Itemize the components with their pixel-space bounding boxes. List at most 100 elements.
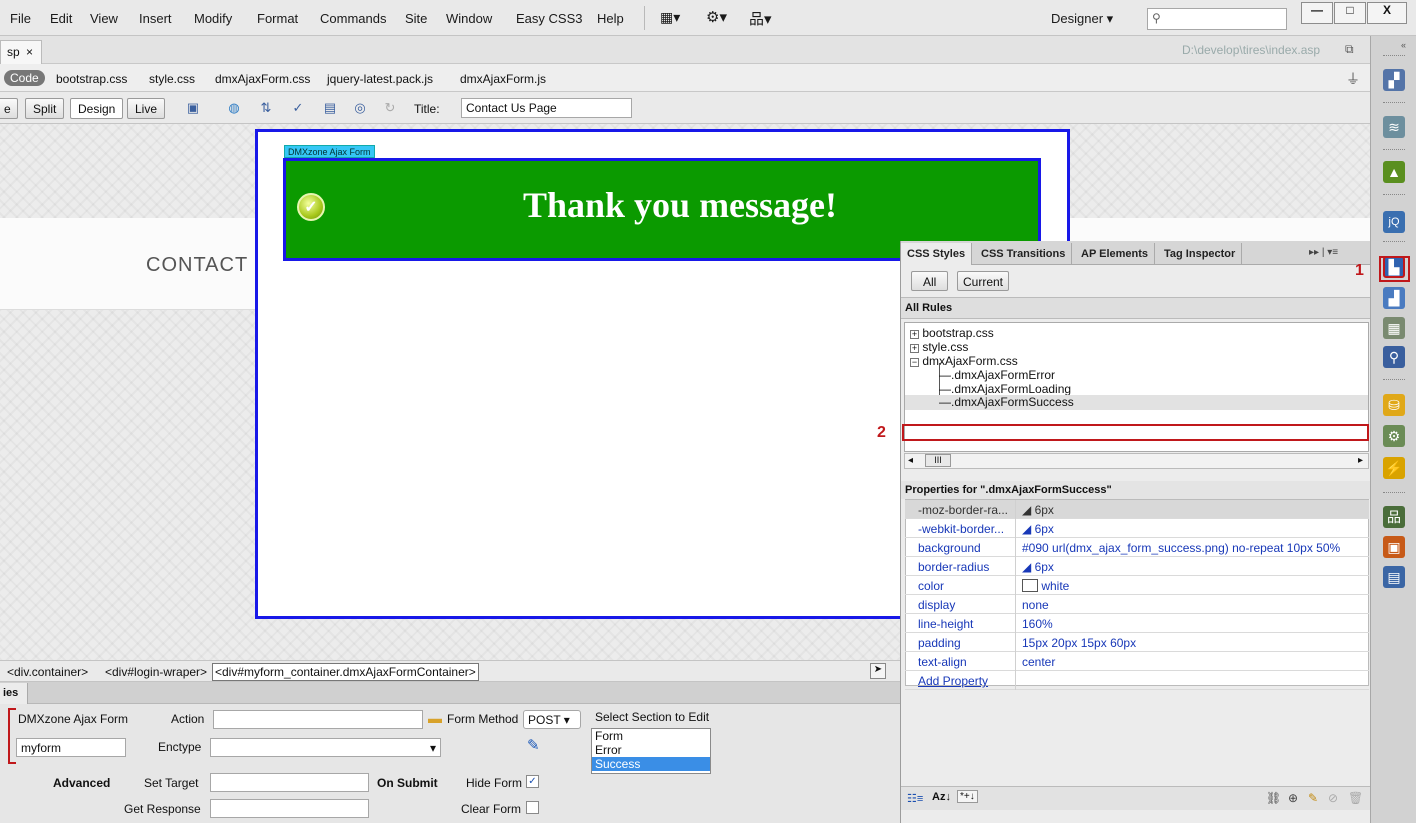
close-tab-icon[interactable]: × <box>26 45 33 59</box>
add-property-link[interactable]: Add Property <box>918 674 1013 688</box>
multiscreen-icon[interactable]: ▣ <box>185 100 201 116</box>
gear-icon[interactable]: ⚙▾ <box>706 8 727 26</box>
filter-icon[interactable]: ⏚ <box>1346 69 1360 89</box>
tab-css-styles[interactable]: CSS Styles <box>901 243 973 265</box>
rules-hscrollbar[interactable]: ◂ III ▸ <box>904 453 1369 469</box>
restore-button[interactable]: □ <box>1334 2 1366 24</box>
w3c-validation-icon[interactable]: ✓ <box>290 100 306 116</box>
action-input[interactable] <box>213 710 423 729</box>
property-row[interactable]: padding 15px 20px 15px 60px <box>905 633 1369 652</box>
tab-ap-elements[interactable]: AP Elements <box>1075 243 1156 265</box>
code-view-button[interactable]: e <box>0 98 18 119</box>
assets-icon[interactable]: ▲ <box>1383 161 1405 183</box>
property-value[interactable]: none <box>1022 598 1049 612</box>
workspace-switcher[interactable]: Designer ▾ <box>1051 11 1113 27</box>
property-row[interactable]: border-radius ◢ 6px <box>905 557 1369 576</box>
property-value[interactable]: ◢ 6px <box>1022 560 1054 574</box>
attach-stylesheet-icon[interactable]: ⛓ <box>1266 791 1281 805</box>
minimize-button[interactable]: — <box>1301 2 1333 24</box>
databases-icon[interactable]: ⛁ <box>1383 394 1405 416</box>
live-view-button[interactable]: Live <box>127 98 166 119</box>
new-rule-icon[interactable]: ⊕ <box>1288 791 1298 805</box>
menu-format[interactable]: Format <box>257 11 298 26</box>
menu-edit[interactable]: Edit <box>50 11 72 26</box>
results-icon[interactable]: ▤ <box>1383 566 1405 588</box>
menu-view[interactable]: View <box>90 11 118 26</box>
collapse-dock-icon[interactable]: « <box>1401 40 1406 50</box>
properties-tab[interactable]: ies <box>0 683 28 704</box>
site-map-icon[interactable]: 品▾ <box>749 8 772 29</box>
tag-inspector-icon[interactable]: ⚲ <box>1383 346 1405 368</box>
behaviors-icon[interactable]: ⚡ <box>1383 457 1405 479</box>
design-view-button[interactable]: Design <box>70 98 124 119</box>
scroll-right-icon[interactable]: ▸ <box>1358 455 1363 466</box>
related-file-jquery[interactable]: jquery-latest.pack.js <box>327 72 433 86</box>
property-row[interactable]: line-height 160% <box>905 614 1369 633</box>
property-row[interactable]: text-align center <box>905 652 1369 671</box>
rule-dmxajaxformsuccess[interactable]: —.dmxAjaxFormSuccess <box>905 395 1368 410</box>
rule-dmxajaxformloading[interactable]: —.dmxAjaxFormLoading <box>939 382 1071 396</box>
menu-easy-css3[interactable]: Easy CSS3 <box>516 11 582 26</box>
property-value[interactable]: #090 url(dmx_ajax_form_success.png) no-r… <box>1022 541 1340 555</box>
scroll-left-icon[interactable]: ◂ <box>908 455 913 466</box>
section-list[interactable]: Form Error Success <box>591 728 711 774</box>
jquery-icon[interactable]: jQ <box>1383 211 1405 233</box>
mode-all-button[interactable]: All <box>911 271 949 291</box>
ajax-form-tag[interactable]: DMXzone Ajax Form <box>284 145 375 158</box>
document-tab[interactable]: sp × <box>0 40 42 64</box>
expand-icon[interactable]: + <box>910 330 919 339</box>
mode-current-button[interactable]: Current <box>957 271 1010 291</box>
preview-browser-icon[interactable]: ◍ <box>226 100 242 116</box>
section-option-error[interactable]: Error <box>592 743 710 757</box>
browse-folder-icon[interactable]: ▬ <box>428 710 442 726</box>
source-code-button[interactable]: Code <box>4 70 45 86</box>
property-value[interactable]: 160% <box>1022 617 1053 631</box>
site-files-icon[interactable]: 品 <box>1383 506 1405 528</box>
get-response-input[interactable] <box>210 799 369 818</box>
disable-icon[interactable]: ⊘ <box>1328 791 1338 805</box>
section-option-form[interactable]: Form <box>592 729 710 743</box>
help-search-input[interactable]: ⚲ <box>1147 8 1287 30</box>
tag-div-login-wraper[interactable]: <div#login-wraper> <box>105 665 207 679</box>
panel-menu-icon[interactable]: ▸▸ | ▾≡ <box>1309 247 1338 258</box>
menu-help[interactable]: Help <box>597 11 624 26</box>
alphabetical-view-icon[interactable]: Az↓ <box>932 791 951 803</box>
snippets-icon[interactable]: ≋ <box>1383 116 1405 138</box>
related-file-dmxajaxform-js[interactable]: dmxAjaxForm.js <box>460 72 546 86</box>
enctype-select[interactable]: ▾ <box>210 738 441 757</box>
rule-dmxajaxform[interactable]: − dmxAjaxForm.css <box>910 354 1018 368</box>
restore-doc-icon[interactable]: ⧉ <box>1345 42 1354 57</box>
expand-icon[interactable]: + <box>910 344 919 353</box>
select-tool-icon[interactable]: ➤ <box>870 663 886 679</box>
images-icon[interactable]: ▟ <box>1383 287 1405 309</box>
section-option-success[interactable]: Success <box>592 757 710 771</box>
property-row[interactable]: background #090 url(dmx_ajax_form_success… <box>905 538 1369 557</box>
scroll-thumb[interactable]: III <box>925 454 951 467</box>
property-value[interactable]: ◢ 6px <box>1022 522 1054 536</box>
refresh-icon[interactable]: ↻ <box>382 100 398 116</box>
rule-style[interactable]: + style.css <box>910 340 968 354</box>
related-file-bootstrap[interactable]: bootstrap.css <box>56 72 127 86</box>
color-swatch[interactable] <box>1022 579 1038 592</box>
add-property-row[interactable]: Add Property <box>905 671 1369 690</box>
tag-div-container[interactable]: <div.container> <box>7 665 88 679</box>
menu-insert[interactable]: Insert <box>139 11 172 26</box>
trash-icon[interactable]: 🗑 <box>1348 791 1363 805</box>
menu-modify[interactable]: Modify <box>194 11 232 26</box>
rule-dmxajaxformerror[interactable]: —.dmxAjaxFormError <box>939 368 1055 382</box>
collapse-icon[interactable]: − <box>910 358 919 367</box>
property-value[interactable]: ◢ 6px <box>1022 503 1054 517</box>
ap-elements-icon[interactable]: ▦ <box>1383 317 1405 339</box>
menu-file[interactable]: File <box>10 11 31 26</box>
tab-css-transitions[interactable]: CSS Transitions <box>975 243 1073 265</box>
category-view-icon[interactable]: ☷≡ <box>907 792 923 805</box>
insert-icon[interactable]: ▞ <box>1383 69 1405 91</box>
form-method-select[interactable]: POST ▾ <box>523 710 581 729</box>
property-row[interactable]: -moz-border-ra... ◢ 6px <box>905 500 1369 519</box>
tag-div-myform-container[interactable]: <div#myform_container.dmxAjaxFormContain… <box>212 663 479 681</box>
file-management-icon[interactable]: ⇅ <box>258 100 274 116</box>
related-file-dmxajaxform-css[interactable]: dmxAjaxForm.css <box>215 72 310 86</box>
menu-commands[interactable]: Commands <box>320 11 386 26</box>
bindings-icon[interactable]: ⚙ <box>1383 425 1405 447</box>
property-value[interactable]: 15px 20px 15px 60px <box>1022 636 1136 650</box>
